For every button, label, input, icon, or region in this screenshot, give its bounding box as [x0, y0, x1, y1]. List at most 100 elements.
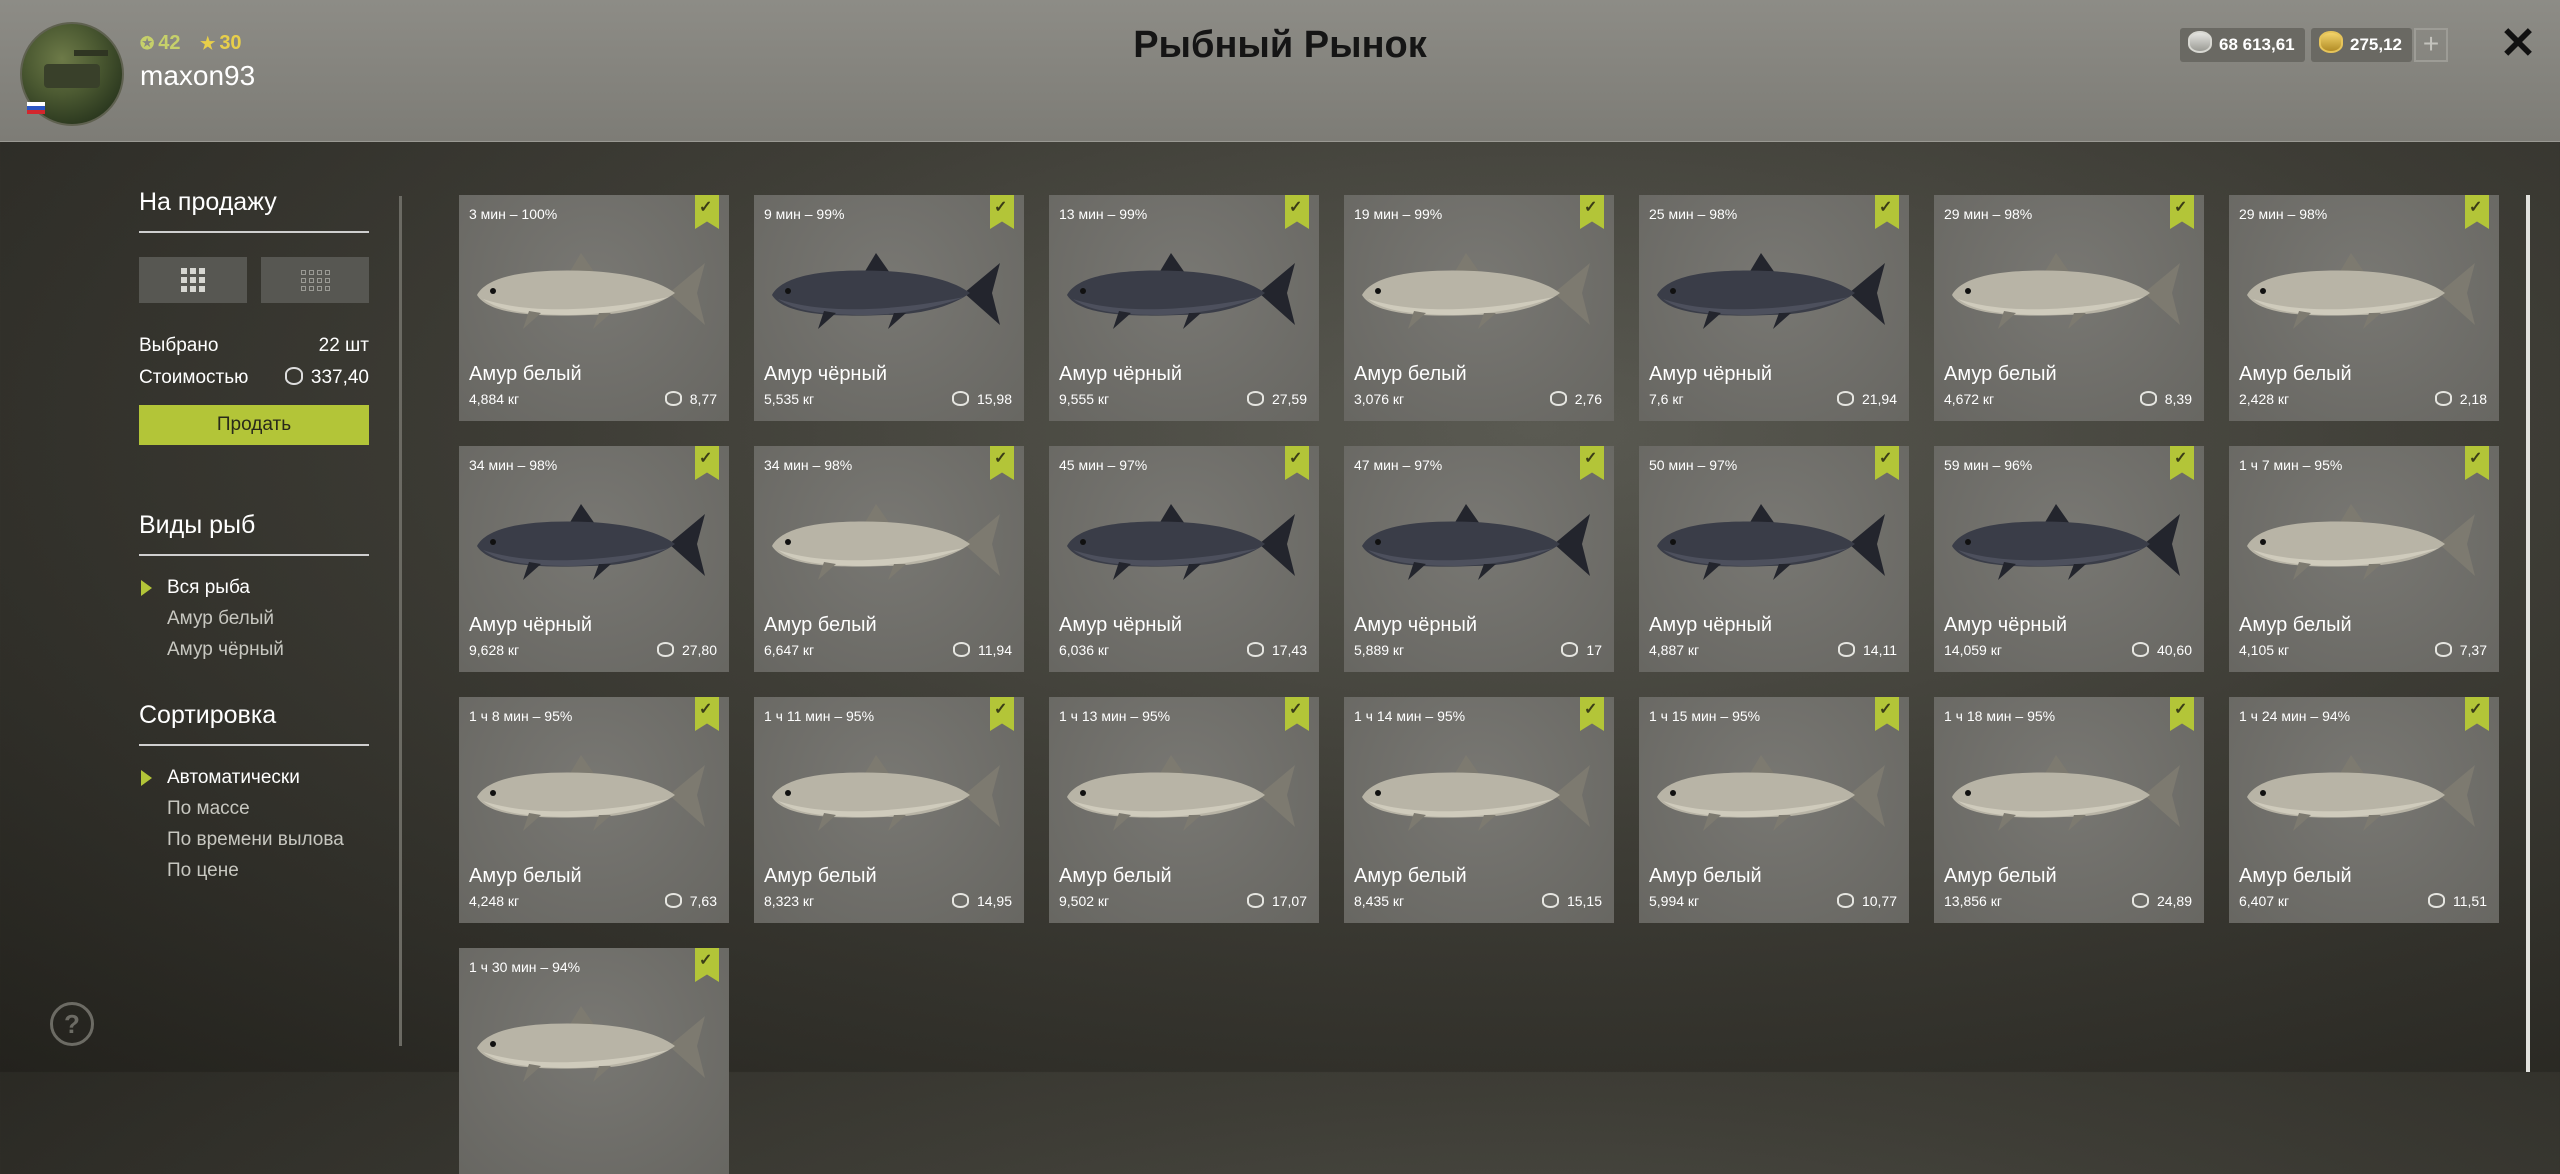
- catch-time: 3 мин – 100%: [469, 206, 558, 222]
- selected-check-icon[interactable]: [2465, 195, 2489, 229]
- sort-option-list: Автоматически По массе По времени вылова…: [139, 762, 369, 886]
- species-filter-item[interactable]: Вся рыба: [139, 572, 369, 603]
- selected-check-icon[interactable]: [1875, 195, 1899, 229]
- fish-name: Амур чёрный: [1649, 614, 1773, 636]
- fish-name: Амур чёрный: [469, 614, 593, 636]
- selected-check-icon[interactable]: [2170, 697, 2194, 731]
- fish-card[interactable]: 1 ч 24 мин – 94% Амур белый 6,407 кг 11,51: [2229, 697, 2499, 923]
- fish-weight: 6,407 кг: [2239, 893, 2290, 909]
- selected-check-icon[interactable]: [2170, 195, 2194, 229]
- fish-card[interactable]: 1 ч 15 мин – 95% Амур белый 5,994 кг 10,77: [1639, 697, 1909, 923]
- fish-card[interactable]: 3 мин – 100% Амур белый 4,884 кг 8,77: [459, 195, 729, 421]
- selected-check-icon[interactable]: [1875, 697, 1899, 731]
- fish-image: [1944, 745, 2184, 845]
- fish-weight: 8,435 кг: [1354, 893, 1405, 909]
- fish-weight: 5,535 кг: [764, 391, 815, 407]
- fish-card[interactable]: 1 ч 14 мин – 95% Амур белый 8,435 кг 15,15: [1344, 697, 1614, 923]
- scrollbar[interactable]: [2526, 195, 2530, 1072]
- fish-name: Амур белый: [2239, 363, 2352, 385]
- fish-price-value: 14,95: [976, 893, 1012, 909]
- selected-check-icon[interactable]: [1285, 195, 1309, 229]
- close-button[interactable]: ✕: [2498, 22, 2538, 66]
- silver-balance: 68 613,61: [2180, 28, 2305, 62]
- fish-card[interactable]: 29 мин – 98% Амур белый 4,672 кг 8,39: [1934, 195, 2204, 421]
- fish-image: [469, 243, 709, 343]
- selected-check-icon[interactable]: [1580, 697, 1604, 731]
- selected-check-icon[interactable]: [1875, 446, 1899, 480]
- selected-check-icon[interactable]: [2465, 446, 2489, 480]
- add-currency-button[interactable]: +: [2414, 28, 2448, 62]
- fish-card[interactable]: 13 мин – 99% Амур чёрный 9,555 кг 27,59: [1049, 195, 1319, 421]
- fish-weight: 6,036 кг: [1059, 642, 1110, 658]
- fish-weight: 4,248 кг: [469, 893, 520, 909]
- selected-check-icon[interactable]: [990, 697, 1014, 731]
- sort-option[interactable]: По массе: [139, 793, 369, 824]
- sort-option[interactable]: По времени вылова: [139, 824, 369, 855]
- fish-card[interactable]: 1 ч 30 мин – 94%: [459, 948, 729, 1174]
- species-filter-item[interactable]: Амур белый: [139, 603, 369, 634]
- catch-time: 1 ч 11 мин – 95%: [764, 708, 875, 724]
- sort-option[interactable]: Автоматически: [139, 762, 369, 793]
- fish-image: [1059, 243, 1299, 343]
- fish-card[interactable]: 47 мин – 97% Амур чёрный 5,889 кг 17: [1344, 446, 1614, 672]
- fish-card[interactable]: 1 ч 8 мин – 95% Амур белый 4,248 кг 7,63: [459, 697, 729, 923]
- fish-weight: 2,428 кг: [2239, 391, 2290, 407]
- large-grid-view-button[interactable]: [139, 257, 247, 303]
- fish-name: Амур чёрный: [1354, 614, 1478, 636]
- fish-price-value: 27,80: [681, 642, 717, 658]
- fish-card[interactable]: 59 мин – 96% Амур чёрный 14,059 кг 40,60: [1934, 446, 2204, 672]
- fish-price-value: 17,07: [1271, 893, 1307, 909]
- fish-card[interactable]: 34 мин – 98% Амур белый 6,647 кг 11,94: [754, 446, 1024, 672]
- sort-option[interactable]: По цене: [139, 855, 369, 886]
- help-button[interactable]: ?: [50, 1002, 94, 1046]
- selected-check-icon[interactable]: [2170, 446, 2194, 480]
- small-grid-view-button[interactable]: [261, 257, 369, 303]
- fish-card[interactable]: 19 мин – 99% Амур белый 3,076 кг 2,76: [1344, 195, 1614, 421]
- sell-button[interactable]: Продать: [139, 405, 369, 445]
- selected-check-icon[interactable]: [695, 195, 719, 229]
- fish-price: 2,76: [1549, 391, 1602, 407]
- selected-check-icon[interactable]: [2465, 697, 2489, 731]
- catch-time: 45 мин – 97%: [1059, 457, 1148, 473]
- fish-price: 7,63: [664, 893, 717, 909]
- fish-card[interactable]: 34 мин – 98% Амур чёрный 9,628 кг 27,80: [459, 446, 729, 672]
- fish-card[interactable]: 1 ч 13 мин – 95% Амур белый 9,502 кг 17,07: [1049, 697, 1319, 923]
- fish-image: [764, 745, 1004, 845]
- fish-weight: 3,076 кг: [1354, 391, 1405, 407]
- selected-check-icon[interactable]: [1285, 697, 1309, 731]
- fish-weight: 4,887 кг: [1649, 642, 1700, 658]
- fish-name: Амур белый: [1649, 865, 1762, 887]
- gold-balance: 275,12: [2311, 28, 2412, 62]
- fish-name: Амур белый: [764, 865, 877, 887]
- fish-card[interactable]: 50 мин – 97% Амур чёрный 4,887 кг 14,11: [1639, 446, 1909, 672]
- fish-price: 11,51: [2428, 893, 2487, 909]
- fish-name: Амур белый: [1944, 363, 2057, 385]
- selected-check-icon[interactable]: [1580, 446, 1604, 480]
- fish-name: Амур чёрный: [764, 363, 888, 385]
- fish-price: 27,80: [656, 642, 717, 658]
- fish-card[interactable]: 29 мин – 98% Амур белый 2,428 кг 2,18: [2229, 195, 2499, 421]
- selected-check-icon[interactable]: [695, 446, 719, 480]
- fish-price-value: 7,63: [689, 893, 717, 909]
- fish-name: Амур белый: [1944, 865, 2057, 887]
- selected-check-icon[interactable]: [1285, 446, 1309, 480]
- fish-card[interactable]: 1 ч 18 мин – 95% Амур белый 13,856 кг 24,89: [1934, 697, 2204, 923]
- fish-image: [2239, 745, 2479, 845]
- selected-check-icon[interactable]: [1580, 195, 1604, 229]
- fish-weight: 4,884 кг: [469, 391, 520, 407]
- avatar-image: [44, 50, 108, 88]
- fish-card[interactable]: 1 ч 7 мин – 95% Амур белый 4,105 кг 7,37: [2229, 446, 2499, 672]
- fish-card[interactable]: 1 ч 11 мин – 95% Амур белый 8,323 кг 14,95: [754, 697, 1024, 923]
- selected-check-icon[interactable]: [695, 948, 719, 982]
- fish-price: 14,95: [951, 893, 1012, 909]
- selected-check-icon[interactable]: [990, 195, 1014, 229]
- fish-image: [469, 494, 709, 594]
- fish-card[interactable]: 45 мин – 97% Амур чёрный 6,036 кг 17,43: [1049, 446, 1319, 672]
- selected-check-icon[interactable]: [990, 446, 1014, 480]
- fish-image: [1649, 494, 1889, 594]
- selected-check-icon[interactable]: [695, 697, 719, 731]
- fish-card[interactable]: 9 мин – 99% Амур чёрный 5,535 кг 15,98: [754, 195, 1024, 421]
- species-filter-item[interactable]: Амур чёрный: [139, 634, 369, 665]
- fish-card[interactable]: 25 мин – 98% Амур чёрный 7,6 кг 21,94: [1639, 195, 1909, 421]
- fish-price-value: 11,94: [978, 642, 1012, 658]
